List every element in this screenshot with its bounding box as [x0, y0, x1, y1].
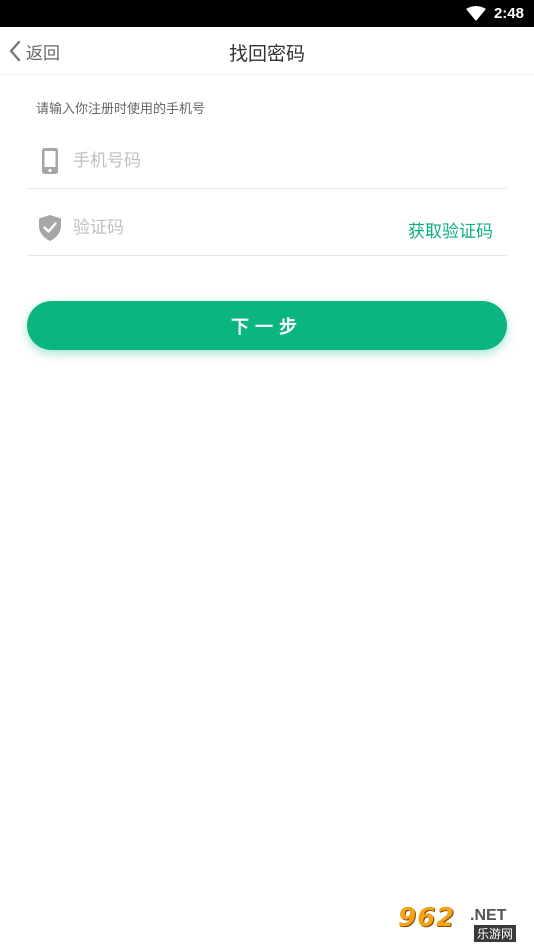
next-button[interactable]: 下一步 [27, 301, 507, 350]
status-time: 2:48 [493, 5, 524, 22]
watermark-sub: 乐游网 [474, 925, 517, 942]
code-input[interactable] [73, 214, 373, 242]
wifi-icon [466, 6, 486, 21]
phone-input[interactable] [73, 147, 373, 175]
shield-check-icon [39, 215, 61, 241]
watermark-logo: 962 .NET 乐游网 [398, 903, 528, 943]
status-bar: 2:48 [0, 0, 534, 27]
page-title: 找回密码 [228, 43, 305, 65]
screen: 2:48 返回 找回密码 请输入你注册时使用的手机号 获取验证码 下一步 962… [0, 0, 534, 949]
header: 返回 找回密码 [0, 27, 534, 75]
watermark-suffix: .NET [470, 907, 507, 924]
code-field-row: 获取验证码 [27, 200, 507, 256]
phone-field-row [27, 133, 507, 189]
watermark-main: 962 [398, 903, 456, 933]
get-code-button[interactable]: 获取验证码 [408, 217, 493, 242]
phone-hint: 请输入你注册时使用的手机号 [36, 102, 206, 117]
phone-icon [42, 148, 58, 174]
